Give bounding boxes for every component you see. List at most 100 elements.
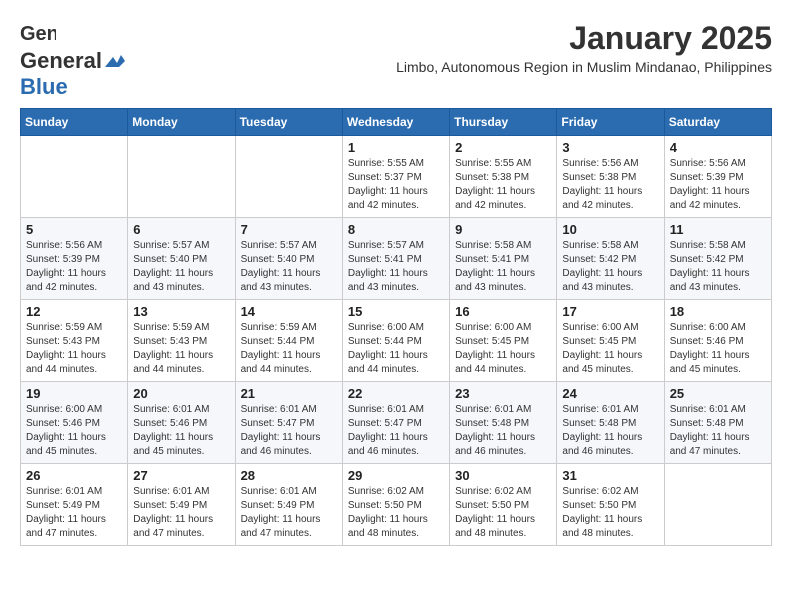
calendar-cell: 12 Sunrise: 5:59 AM Sunset: 5:43 PM Dayli… xyxy=(21,300,128,382)
calendar-cell: 31 Sunrise: 6:02 AM Sunset: 5:50 PM Dayli… xyxy=(557,464,664,546)
col-header-tuesday: Tuesday xyxy=(235,109,342,136)
calendar-cell: 29 Sunrise: 6:02 AM Sunset: 5:50 PM Dayli… xyxy=(342,464,449,546)
day-number: 2 xyxy=(455,140,551,155)
day-info: Sunrise: 6:02 AM Sunset: 5:50 PM Dayligh… xyxy=(348,485,444,541)
day-info: Sunrise: 5:56 AM Sunset: 5:39 PM Dayligh… xyxy=(670,157,766,213)
calendar-cell: 14 Sunrise: 5:59 AM Sunset: 5:44 PM Dayli… xyxy=(235,300,342,382)
month-year-title: January 2025 xyxy=(396,20,772,57)
calendar-header-row: SundayMondayTuesdayWednesdayThursdayFrid… xyxy=(21,109,772,136)
day-number: 11 xyxy=(670,222,766,237)
day-info: Sunrise: 5:59 AM Sunset: 5:43 PM Dayligh… xyxy=(133,321,229,377)
day-number: 3 xyxy=(562,140,658,155)
day-number: 10 xyxy=(562,222,658,237)
calendar-week-row: 26Sunrise: 6:01 AM Sunset: 5:49 PM Dayli… xyxy=(21,464,772,546)
calendar-cell: 6 Sunrise: 5:57 AM Sunset: 5:40 PM Daylig… xyxy=(128,218,235,300)
day-number: 18 xyxy=(670,304,766,319)
day-info: Sunrise: 5:57 AM Sunset: 5:40 PM Dayligh… xyxy=(133,239,229,295)
svg-text:General: General xyxy=(20,23,56,45)
calendar-cell: 26Sunrise: 6:01 AM Sunset: 5:49 PM Dayli… xyxy=(21,464,128,546)
calendar-cell: 15 Sunrise: 6:00 AM Sunset: 5:44 PM Dayli… xyxy=(342,300,449,382)
calendar-cell: 1Sunrise: 5:55 AM Sunset: 5:37 PM Daylig… xyxy=(342,136,449,218)
day-info: Sunrise: 6:01 AM Sunset: 5:49 PM Dayligh… xyxy=(133,485,229,541)
day-number: 23 xyxy=(455,386,551,401)
day-info: Sunrise: 5:58 AM Sunset: 5:42 PM Dayligh… xyxy=(670,239,766,295)
day-number: 1 xyxy=(348,140,444,155)
calendar-cell xyxy=(21,136,128,218)
calendar-cell xyxy=(664,464,771,546)
day-number: 6 xyxy=(133,222,229,237)
calendar-cell: 23Sunrise: 6:01 AM Sunset: 5:48 PM Dayli… xyxy=(450,382,557,464)
logo: General General Blue xyxy=(20,20,126,100)
calendar-cell: 19 Sunrise: 6:00 AM Sunset: 5:46 PM Dayli… xyxy=(21,382,128,464)
day-info: Sunrise: 6:00 AM Sunset: 5:44 PM Dayligh… xyxy=(348,321,444,377)
calendar-cell: 28Sunrise: 6:01 AM Sunset: 5:49 PM Dayli… xyxy=(235,464,342,546)
day-number: 22 xyxy=(348,386,444,401)
calendar-cell: 10 Sunrise: 5:58 AM Sunset: 5:42 PM Dayli… xyxy=(557,218,664,300)
day-info: Sunrise: 6:02 AM Sunset: 5:50 PM Dayligh… xyxy=(455,485,551,541)
calendar-cell: 13 Sunrise: 5:59 AM Sunset: 5:43 PM Dayli… xyxy=(128,300,235,382)
day-info: Sunrise: 6:02 AM Sunset: 5:50 PM Dayligh… xyxy=(562,485,658,541)
calendar-cell: 8 Sunrise: 5:57 AM Sunset: 5:41 PM Daylig… xyxy=(342,218,449,300)
day-number: 5 xyxy=(26,222,122,237)
day-number: 16 xyxy=(455,304,551,319)
calendar-cell xyxy=(235,136,342,218)
calendar-cell: 16 Sunrise: 6:00 AM Sunset: 5:45 PM Dayli… xyxy=(450,300,557,382)
calendar-cell: 9Sunrise: 5:58 AM Sunset: 5:41 PM Daylig… xyxy=(450,218,557,300)
day-number: 31 xyxy=(562,468,658,483)
calendar-week-row: 5Sunrise: 5:56 AM Sunset: 5:39 PM Daylig… xyxy=(21,218,772,300)
day-number: 14 xyxy=(241,304,337,319)
day-info: Sunrise: 5:57 AM Sunset: 5:41 PM Dayligh… xyxy=(348,239,444,295)
col-header-sunday: Sunday xyxy=(21,109,128,136)
day-info: Sunrise: 5:59 AM Sunset: 5:43 PM Dayligh… xyxy=(26,321,122,377)
calendar-week-row: 1Sunrise: 5:55 AM Sunset: 5:37 PM Daylig… xyxy=(21,136,772,218)
day-number: 19 xyxy=(26,386,122,401)
day-number: 21 xyxy=(241,386,337,401)
calendar-week-row: 19 Sunrise: 6:00 AM Sunset: 5:46 PM Dayli… xyxy=(21,382,772,464)
title-block: January 2025 Limbo, Autonomous Region in… xyxy=(396,20,772,75)
calendar-cell: 25 Sunrise: 6:01 AM Sunset: 5:48 PM Dayli… xyxy=(664,382,771,464)
day-number: 8 xyxy=(348,222,444,237)
day-number: 24 xyxy=(562,386,658,401)
day-number: 29 xyxy=(348,468,444,483)
day-info: Sunrise: 5:58 AM Sunset: 5:42 PM Dayligh… xyxy=(562,239,658,295)
day-number: 17 xyxy=(562,304,658,319)
calendar-cell: 30Sunrise: 6:02 AM Sunset: 5:50 PM Dayli… xyxy=(450,464,557,546)
logo-icon: General xyxy=(20,20,56,48)
day-info: Sunrise: 5:55 AM Sunset: 5:38 PM Dayligh… xyxy=(455,157,551,213)
calendar-cell: 11 Sunrise: 5:58 AM Sunset: 5:42 PM Dayli… xyxy=(664,218,771,300)
day-info: Sunrise: 6:00 AM Sunset: 5:45 PM Dayligh… xyxy=(562,321,658,377)
col-header-thursday: Thursday xyxy=(450,109,557,136)
day-info: Sunrise: 5:57 AM Sunset: 5:40 PM Dayligh… xyxy=(241,239,337,295)
col-header-friday: Friday xyxy=(557,109,664,136)
calendar-cell: 2 Sunrise: 5:55 AM Sunset: 5:38 PM Daylig… xyxy=(450,136,557,218)
calendar-week-row: 12 Sunrise: 5:59 AM Sunset: 5:43 PM Dayli… xyxy=(21,300,772,382)
calendar-cell: 20Sunrise: 6:01 AM Sunset: 5:46 PM Dayli… xyxy=(128,382,235,464)
day-number: 12 xyxy=(26,304,122,319)
logo-blue: Blue xyxy=(20,74,68,99)
day-number: 4 xyxy=(670,140,766,155)
calendar-cell: 22Sunrise: 6:01 AM Sunset: 5:47 PM Dayli… xyxy=(342,382,449,464)
calendar-cell xyxy=(128,136,235,218)
calendar-cell: 24Sunrise: 6:01 AM Sunset: 5:48 PM Dayli… xyxy=(557,382,664,464)
day-info: Sunrise: 6:01 AM Sunset: 5:47 PM Dayligh… xyxy=(241,403,337,459)
day-info: Sunrise: 6:00 AM Sunset: 5:45 PM Dayligh… xyxy=(455,321,551,377)
calendar-cell: 7 Sunrise: 5:57 AM Sunset: 5:40 PM Daylig… xyxy=(235,218,342,300)
day-number: 28 xyxy=(241,468,337,483)
calendar-cell: 18Sunrise: 6:00 AM Sunset: 5:46 PM Dayli… xyxy=(664,300,771,382)
calendar-cell: 3Sunrise: 5:56 AM Sunset: 5:38 PM Daylig… xyxy=(557,136,664,218)
day-number: 7 xyxy=(241,222,337,237)
day-number: 20 xyxy=(133,386,229,401)
calendar-cell: 27Sunrise: 6:01 AM Sunset: 5:49 PM Dayli… xyxy=(128,464,235,546)
day-info: Sunrise: 5:59 AM Sunset: 5:44 PM Dayligh… xyxy=(241,321,337,377)
day-number: 13 xyxy=(133,304,229,319)
calendar-cell: 17 Sunrise: 6:00 AM Sunset: 5:45 PM Dayli… xyxy=(557,300,664,382)
day-number: 25 xyxy=(670,386,766,401)
calendar-cell: 4 Sunrise: 5:56 AM Sunset: 5:39 PM Daylig… xyxy=(664,136,771,218)
page-header: General General Blue January 2025 Limbo,… xyxy=(20,20,772,100)
col-header-monday: Monday xyxy=(128,109,235,136)
day-info: Sunrise: 6:01 AM Sunset: 5:48 PM Dayligh… xyxy=(670,403,766,459)
logo-general: General xyxy=(20,48,102,74)
day-info: Sunrise: 6:00 AM Sunset: 5:46 PM Dayligh… xyxy=(26,403,122,459)
day-info: Sunrise: 6:01 AM Sunset: 5:49 PM Dayligh… xyxy=(26,485,122,541)
day-number: 15 xyxy=(348,304,444,319)
